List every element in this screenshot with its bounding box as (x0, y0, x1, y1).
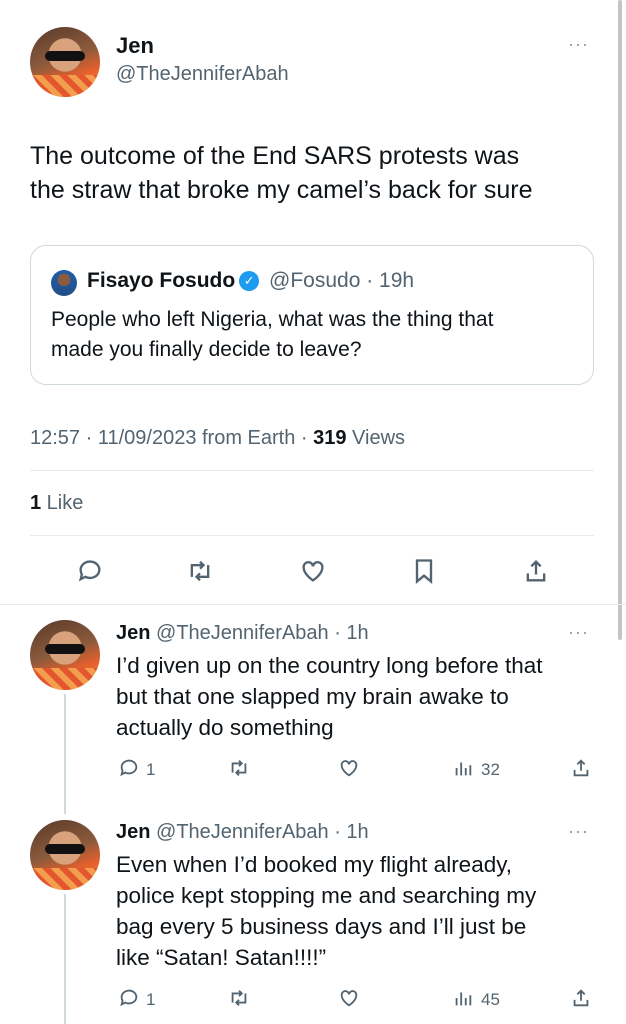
avatar-glasses (45, 843, 85, 854)
reply-count: 1 (146, 990, 156, 1009)
divider (30, 470, 594, 471)
tweet-text-line: The outcome of the End SARS protests was (30, 142, 520, 170)
retweet-icon[interactable] (228, 987, 250, 1009)
reply-text-line: Even when I’d booked my flight already, (116, 852, 513, 877)
reply-text-line: police kept stopping me and searching my (116, 883, 537, 908)
share-icon[interactable] (570, 987, 592, 1009)
thread-line (64, 694, 66, 814)
avatar-shirt (30, 667, 100, 690)
bookmark-icon[interactable] (410, 557, 438, 585)
quoted-text-line: People who left Nigeria, what was the th… (51, 308, 494, 331)
quoted-author-name: Fisayo Fosudo (87, 269, 236, 292)
avatar-glasses (45, 50, 85, 61)
author-name[interactable]: Jen (116, 33, 154, 59)
divider (0, 604, 626, 605)
quoted-avatar (51, 270, 77, 296)
verified-icon: ✓ (239, 271, 260, 291)
views-count: 319 (313, 427, 347, 449)
avatar[interactable] (30, 620, 100, 690)
heart-icon[interactable] (338, 987, 360, 1009)
likes-count: 1 (30, 492, 42, 514)
timestamp-location: 12:57 · 11/09/2023 from Earth · (30, 427, 314, 449)
divider (30, 535, 594, 536)
views-count: 32 (481, 760, 500, 779)
likes-link[interactable]: 1 Like (30, 492, 83, 515)
reply-text-line: actually do something (116, 715, 334, 740)
tweet-text-line: the straw that broke my camel’s back for… (30, 176, 533, 204)
share-icon[interactable] (570, 757, 592, 779)
views-count: 45 (481, 990, 500, 1009)
avatar[interactable] (30, 27, 100, 97)
avatar-glasses (45, 643, 85, 654)
more-icon[interactable]: ··· (568, 821, 589, 842)
quoted-handle-time: @Fosudo · 19h (269, 269, 415, 292)
views-icon[interactable] (452, 987, 474, 1009)
reply-count: 1 (146, 760, 156, 779)
heart-icon[interactable] (299, 557, 327, 585)
reply-text-line: bag every 5 business days and I’ll just … (116, 914, 527, 939)
avatar[interactable] (30, 820, 100, 890)
more-icon[interactable]: ··· (568, 622, 589, 643)
avatar-shirt (30, 867, 100, 890)
views-label: Views (346, 427, 406, 449)
reply-text-line: but that one slapped my brain awake to (116, 684, 509, 709)
reply-handle-time[interactable]: @TheJenniferAbah · 1h (156, 622, 369, 644)
reply-text-line: I’d given up on the country long before … (116, 653, 543, 678)
tweet-meta: 12:57 · 11/09/2023 from Earth · 319 View… (30, 427, 405, 450)
reply-author-name[interactable]: Jen (116, 622, 150, 644)
retweet-icon[interactable] (228, 757, 250, 779)
share-icon[interactable] (522, 557, 550, 585)
reply-handle-time[interactable]: @TheJenniferAbah · 1h (156, 821, 369, 843)
thread-line (64, 894, 66, 1024)
heart-icon[interactable] (338, 757, 360, 779)
author-handle[interactable]: @TheJenniferAbah (116, 63, 289, 86)
retweet-icon[interactable] (186, 557, 214, 585)
quoted-text-line: made you finally decide to leave? (51, 338, 362, 361)
avatar-shirt (30, 74, 100, 97)
quoted-tweet[interactable]: Fisayo Fosudo ✓ @Fosudo · 19h People who … (30, 245, 594, 385)
comment-icon[interactable] (118, 987, 140, 1009)
reply-text-line: like “Satan! Satan!!!!” (116, 945, 327, 970)
comment-icon[interactable] (76, 557, 104, 585)
views-icon[interactable] (452, 757, 474, 779)
quoted-header: Fisayo Fosudo ✓ @Fosudo · 19h (87, 269, 414, 293)
reply-header: Jen @TheJenniferAbah · 1h (116, 821, 369, 844)
scrollbar[interactable] (618, 0, 622, 640)
reply-header: Jen @TheJenniferAbah · 1h (116, 622, 369, 645)
reply-author-name[interactable]: Jen (116, 821, 150, 843)
more-icon[interactable]: ··· (568, 34, 589, 55)
likes-label: Like (41, 492, 84, 514)
comment-icon[interactable] (118, 757, 140, 779)
